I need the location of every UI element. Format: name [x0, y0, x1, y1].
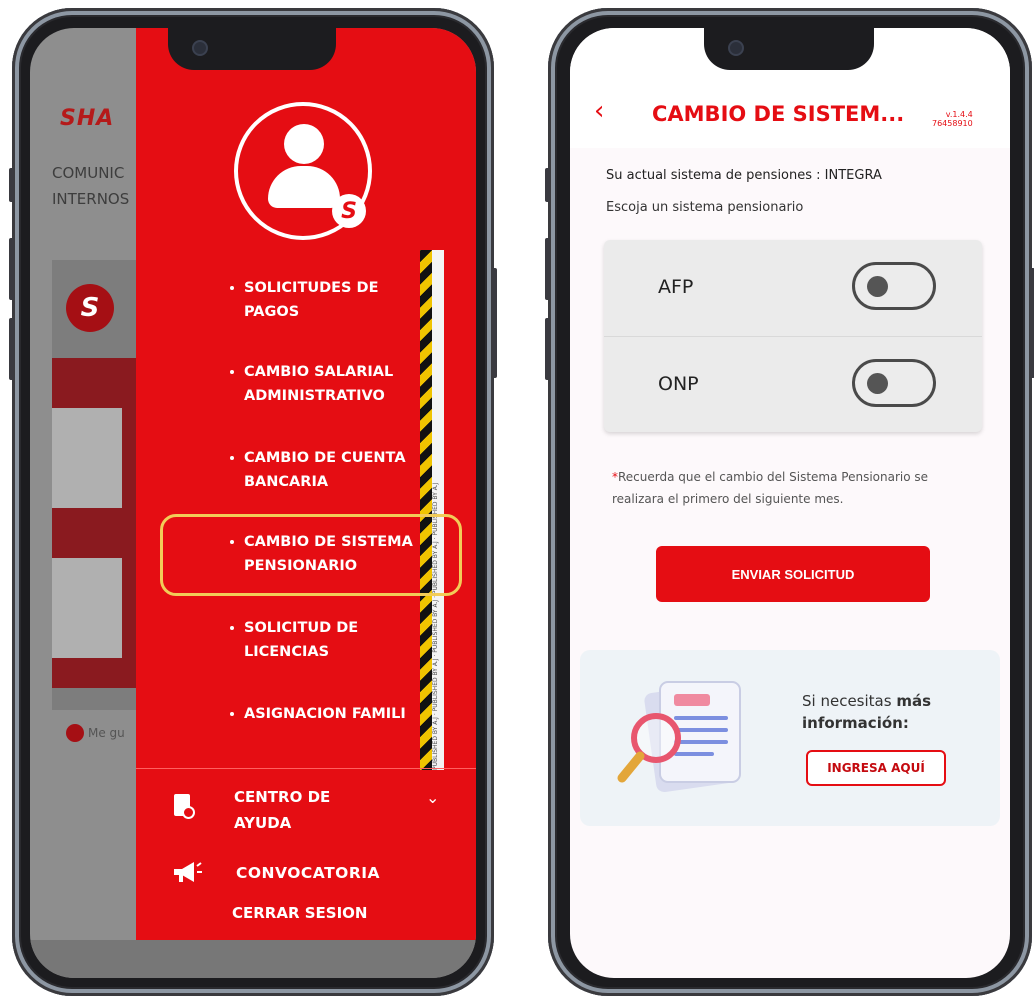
menu-item-asignacion-familiar[interactable]: ASIGNACION FAMILI	[230, 702, 434, 726]
menu-item-label: PENSIONARIO	[244, 558, 358, 574]
afp-toggle[interactable]	[852, 262, 936, 310]
mute-switch	[9, 168, 14, 202]
bullet	[230, 286, 234, 290]
menu-item-cambio-cuenta[interactable]: CAMBIO DE CUENTA BANCARIA	[230, 446, 434, 494]
bullet	[230, 370, 234, 374]
bg-thumbnail	[52, 558, 122, 658]
menu-item-label: ASIGNACION FAMILI	[244, 706, 406, 722]
left-phone-frame: SHA COMUNIC INTERNOS S Me gu S PUBLISHED…	[9, 8, 497, 996]
volume-down-button	[545, 318, 550, 380]
camera-icon	[192, 40, 208, 56]
logout-button[interactable]: CERRAR SESION	[232, 904, 367, 922]
help-center-menu[interactable]: CENTRO DE AYUDA	[234, 784, 330, 836]
onp-toggle[interactable]	[852, 359, 936, 407]
menu-item-cambio-salarial[interactable]: CAMBIO SALARIAL ADMINISTRATIVO	[230, 360, 434, 408]
prompt-text: Escoja un sistema pensionario	[606, 200, 804, 215]
page-title: CAMBIO DE SISTEM...	[652, 102, 905, 126]
menu-item-label: CAMBIO DE CUENTA	[244, 450, 406, 466]
info-bold: más	[896, 692, 931, 710]
menu-item-label: BANCARIA	[244, 474, 329, 490]
bg-thumbnail	[52, 408, 122, 508]
app-logo: SHA	[60, 106, 115, 131]
volume-down-button	[9, 318, 14, 380]
menu-item-solicitudes-pagos[interactable]: SOLICITUDES DE PAGOS	[230, 276, 434, 324]
watermark-strip: PUBLISHED BY A.J · PUBLISHED BY A.J · PU…	[432, 250, 444, 770]
menu-item-label: CAMBIO SALARIAL	[244, 364, 394, 380]
menu-item-label: CAMBIO DE SISTEMA	[244, 534, 413, 550]
bg-bottom-bar	[30, 940, 476, 978]
option-row-afp: AFP	[604, 240, 982, 336]
reminder-text: Recuerda que el cambio del Sistema Pensi…	[612, 470, 929, 506]
chevron-down-icon[interactable]: ⌄	[426, 788, 439, 807]
version-number: v.1.4.4	[945, 110, 973, 119]
avatar-body	[268, 166, 340, 208]
help-document-icon	[174, 794, 195, 819]
notch	[168, 28, 336, 70]
document-search-icon	[617, 681, 741, 793]
user-avatar-icon[interactable]: S	[234, 102, 372, 240]
volume-up-button	[545, 238, 550, 300]
power-button	[492, 268, 497, 378]
menu-item-solicitud-licencias[interactable]: SOLICITUD DE LICENCIAS	[230, 616, 434, 664]
bg-like-button: Me gu	[66, 724, 125, 742]
menu-item-cambio-sistema-pensionario[interactable]: CAMBIO DE SISTEMA PENSIONARIO	[230, 530, 434, 578]
navigation-drawer: S PUBLISHED BY A.J · PUBLISHED BY A.J · …	[136, 28, 476, 940]
more-info-text: Si necesitas más información:	[802, 690, 931, 734]
bg-text-line: COMUNIC	[52, 164, 125, 182]
current-system-text: Su actual sistema de pensiones : INTEGRA	[606, 168, 882, 183]
bg-like-label: Me gu	[88, 726, 125, 740]
mute-switch	[545, 168, 550, 202]
info-bold: información:	[802, 714, 909, 732]
power-button	[1030, 268, 1034, 378]
bullet	[230, 712, 234, 716]
volume-up-button	[9, 238, 14, 300]
menu-item-label: ADMINISTRATIVO	[244, 388, 385, 404]
left-screen: SHA COMUNIC INTERNOS S Me gu S PUBLISHED…	[30, 28, 476, 978]
toggle-knob	[867, 276, 888, 297]
menu-item-label: PAGOS	[244, 304, 300, 320]
menu-item-label: SOLICITUD DE	[244, 620, 359, 636]
menu-item-label: LICENCIAS	[244, 644, 330, 660]
back-chevron-icon[interactable]: ‹	[594, 96, 604, 126]
bg-brand-avatar: S	[66, 284, 114, 332]
avatar-head	[284, 124, 324, 164]
bullet	[230, 540, 234, 544]
reminder-note: *Recuerda que el cambio del Sistema Pens…	[612, 466, 932, 510]
submit-request-button[interactable]: ENVIAR SOLICITUD	[656, 546, 930, 602]
option-row-onp: ONP	[604, 336, 982, 433]
version-label: v.1.4.4 76458910	[932, 110, 973, 128]
more-info-card: Si necesitas más información: INGRESA AQ…	[580, 650, 1000, 826]
camera-icon	[728, 40, 744, 56]
option-label: AFP	[658, 276, 694, 298]
bullet	[230, 456, 234, 460]
right-phone-frame: ‹ CAMBIO DE SISTEM... v.1.4.4 76458910 S…	[545, 8, 1034, 996]
menu-item-label: SOLICITUDES DE	[244, 280, 379, 296]
user-code: 76458910	[932, 119, 973, 128]
ingresa-aqui-button[interactable]: INGRESA AQUÍ	[806, 750, 946, 786]
convocatoria-menu-item[interactable]: CONVOCATORIA	[236, 864, 380, 882]
notch	[704, 28, 874, 70]
option-label: ONP	[658, 373, 699, 395]
brand-badge-icon: S	[332, 194, 366, 228]
pension-options-card: AFP ONP	[604, 240, 982, 432]
right-screen: ‹ CAMBIO DE SISTEM... v.1.4.4 76458910 S…	[570, 28, 1010, 978]
help-center-label: AYUDA	[234, 814, 292, 832]
bg-text-line: INTERNOS	[52, 190, 130, 208]
bullet	[230, 626, 234, 630]
help-center-label: CENTRO DE	[234, 788, 331, 806]
divider	[136, 768, 476, 769]
toggle-knob	[867, 373, 888, 394]
megaphone-icon	[174, 862, 202, 882]
heart-icon	[66, 724, 84, 742]
info-prefix: Si necesitas	[802, 692, 897, 710]
